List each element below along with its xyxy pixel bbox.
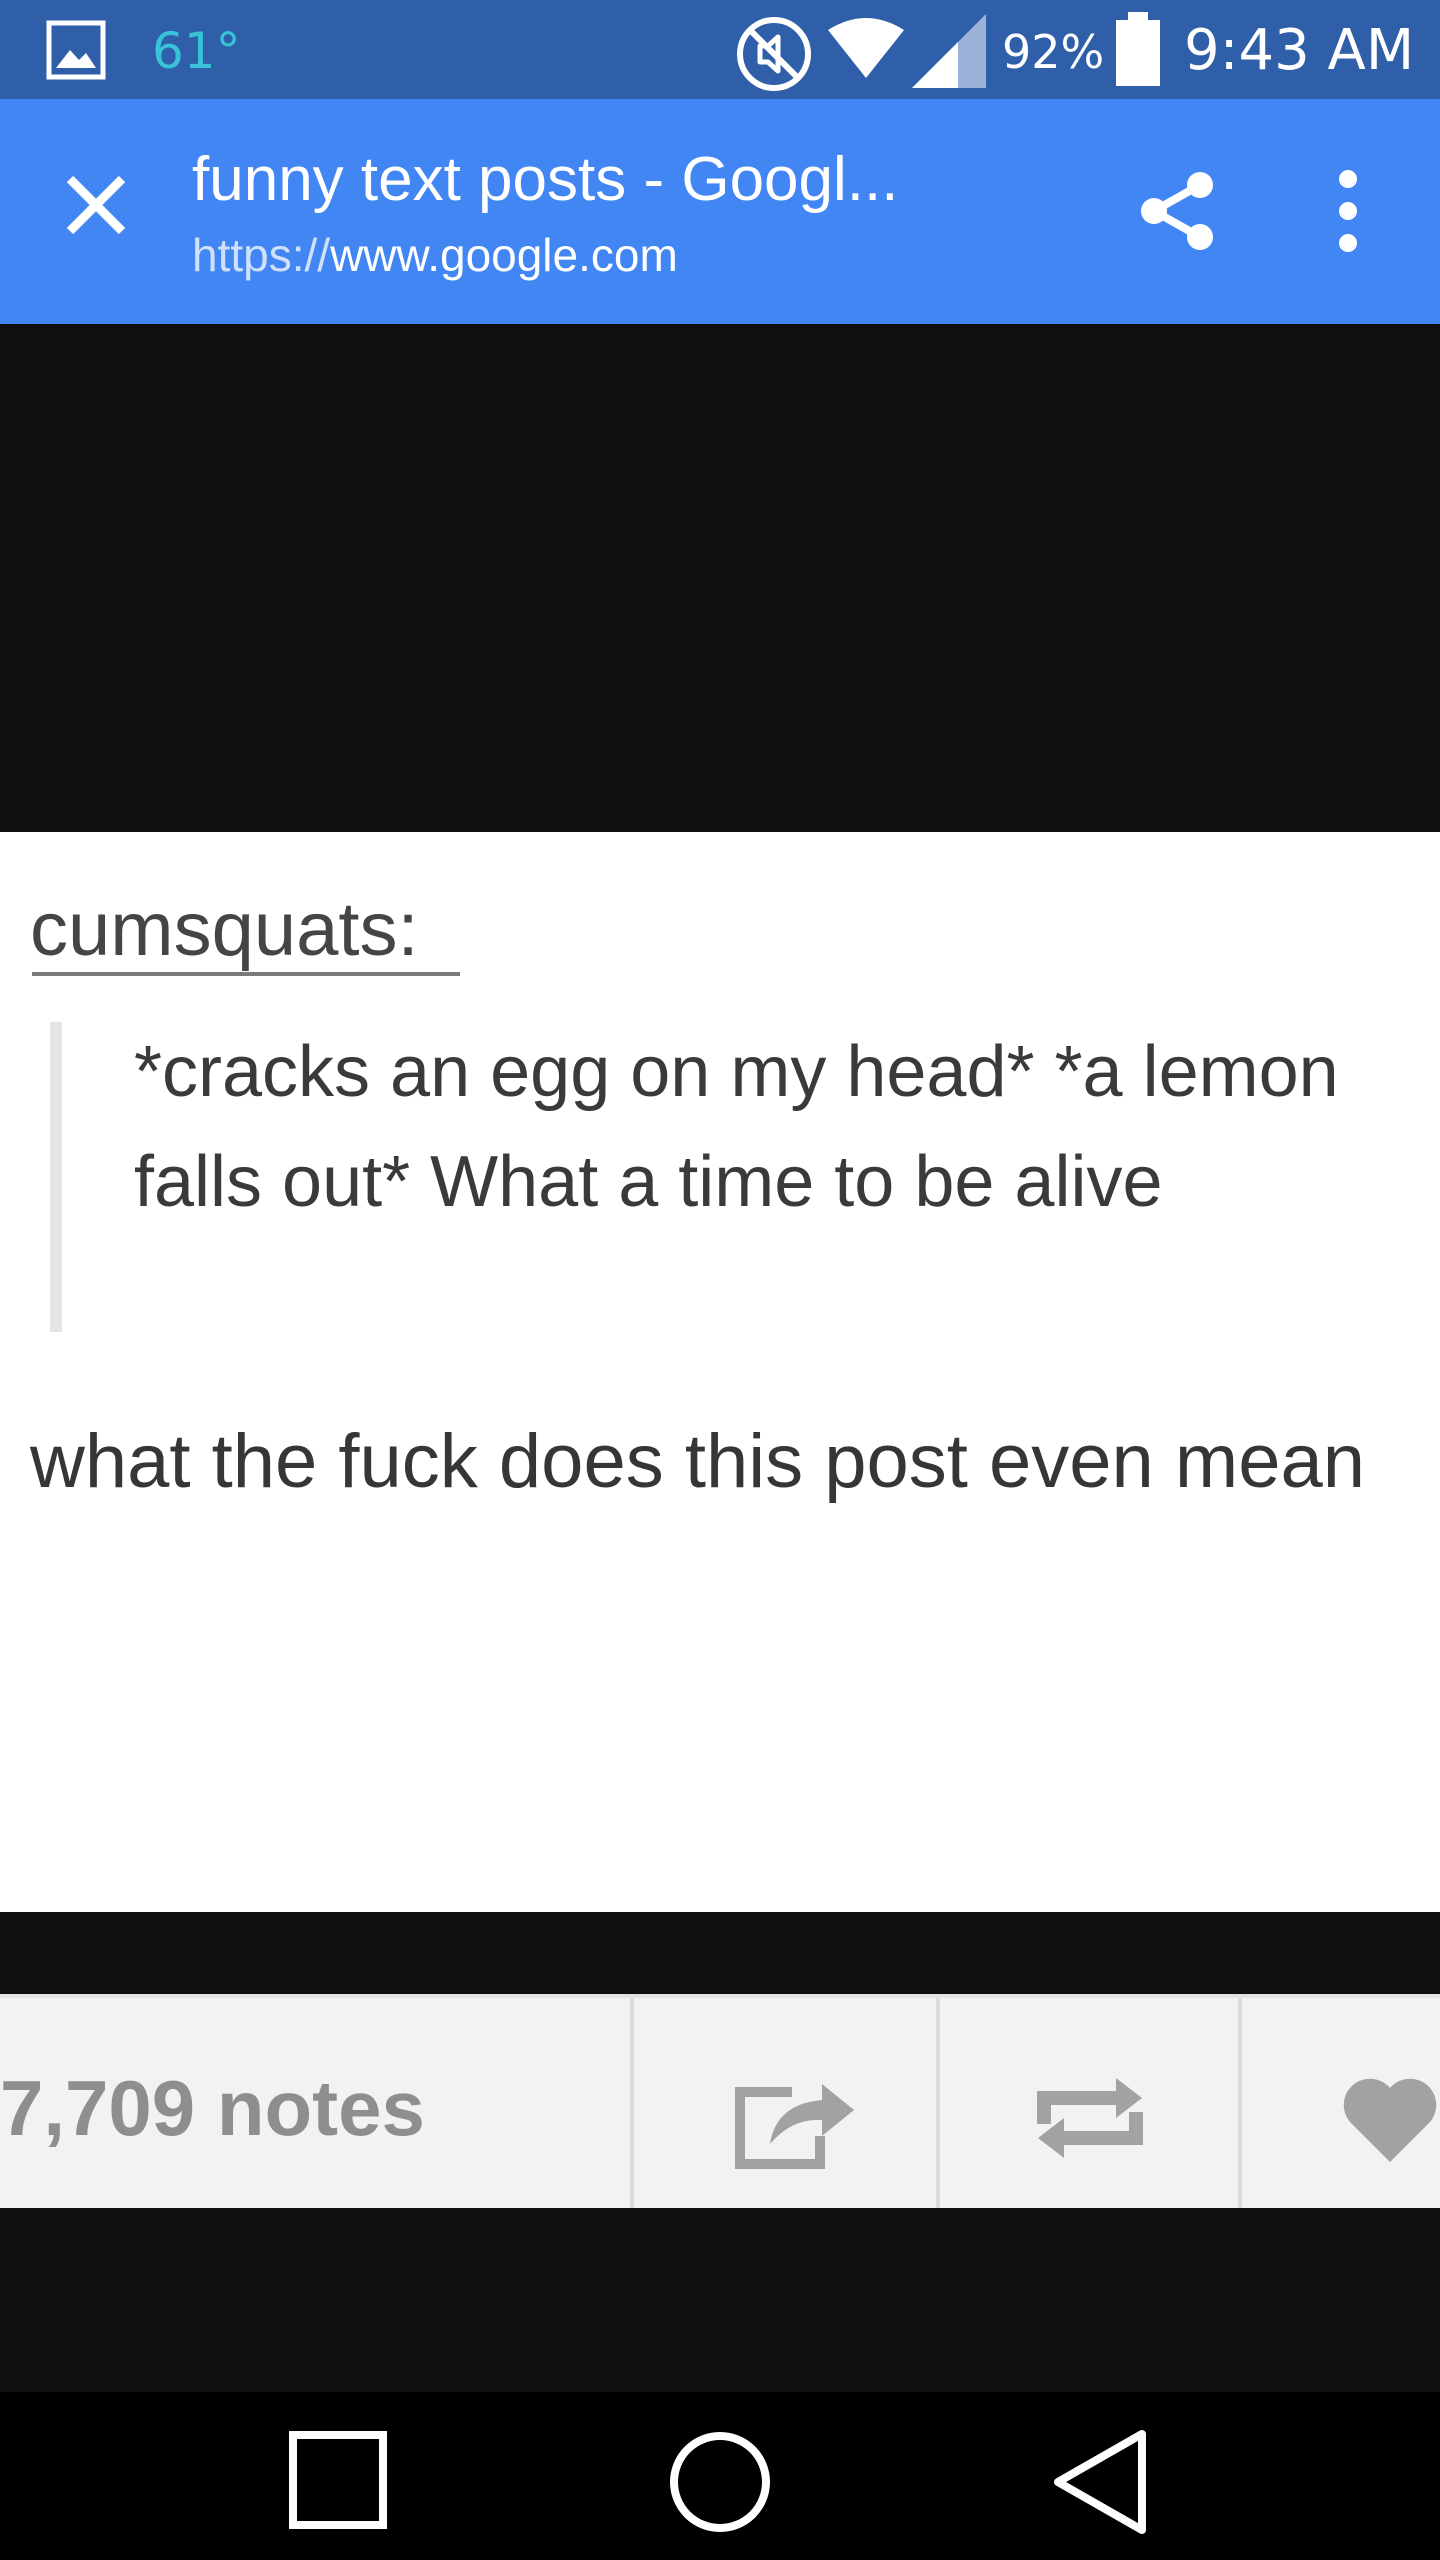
battery-percent-text: 92% xyxy=(1002,25,1105,79)
url-host: www.google.com xyxy=(330,229,678,281)
mute-icon xyxy=(737,17,811,91)
battery-icon xyxy=(1116,12,1160,86)
status-bar: 61° 92% 9:43 AM xyxy=(0,0,1440,99)
notes-count: 7,709 notes xyxy=(0,2064,425,2152)
quoted-post-text: *cracks an egg on my head* *a lemon fall… xyxy=(134,1032,1339,1222)
post-image: cumsquats: *cracks an egg on my head* *a… xyxy=(0,832,1440,1912)
share-icon xyxy=(735,2084,854,2169)
post-footer: 7,709 notes xyxy=(0,1994,1440,2208)
navigation-bar xyxy=(0,2392,1440,2560)
home-icon[interactable] xyxy=(668,2430,772,2534)
recents-icon[interactable] xyxy=(288,2430,388,2530)
gallery-icon xyxy=(46,20,106,80)
heart-icon xyxy=(1343,2078,1437,2162)
share-icon[interactable] xyxy=(1130,163,1226,259)
username-underline xyxy=(32,972,460,976)
url-scheme: https:// xyxy=(192,229,331,281)
browser-toolbar: funny text posts - Googl... https://www.… xyxy=(0,99,1440,324)
wifi-icon xyxy=(828,18,904,78)
footer-divider xyxy=(936,1998,940,2208)
temperature-text: 61° xyxy=(152,22,241,80)
post-username: cumsquats: xyxy=(30,887,419,972)
footer-divider xyxy=(1238,1998,1242,2208)
page-title: funny text posts - Googl... xyxy=(192,145,899,214)
close-icon[interactable] xyxy=(50,159,142,251)
image-viewer[interactable]: cumsquats: *cracks an egg on my head* *a… xyxy=(0,324,1440,2392)
signal-icon xyxy=(912,14,986,88)
clock-text: 9:43 AM xyxy=(1184,18,1415,83)
more-vert-icon[interactable] xyxy=(1300,163,1396,259)
reblog-icon xyxy=(1037,2078,1143,2158)
back-icon[interactable] xyxy=(1050,2428,1150,2536)
reply-text: what the fuck does this post even mean xyxy=(30,1419,1366,1504)
quote-bar xyxy=(50,1022,62,1332)
page-url: https://www.google.com xyxy=(192,225,678,285)
footer-divider xyxy=(630,1998,634,2208)
